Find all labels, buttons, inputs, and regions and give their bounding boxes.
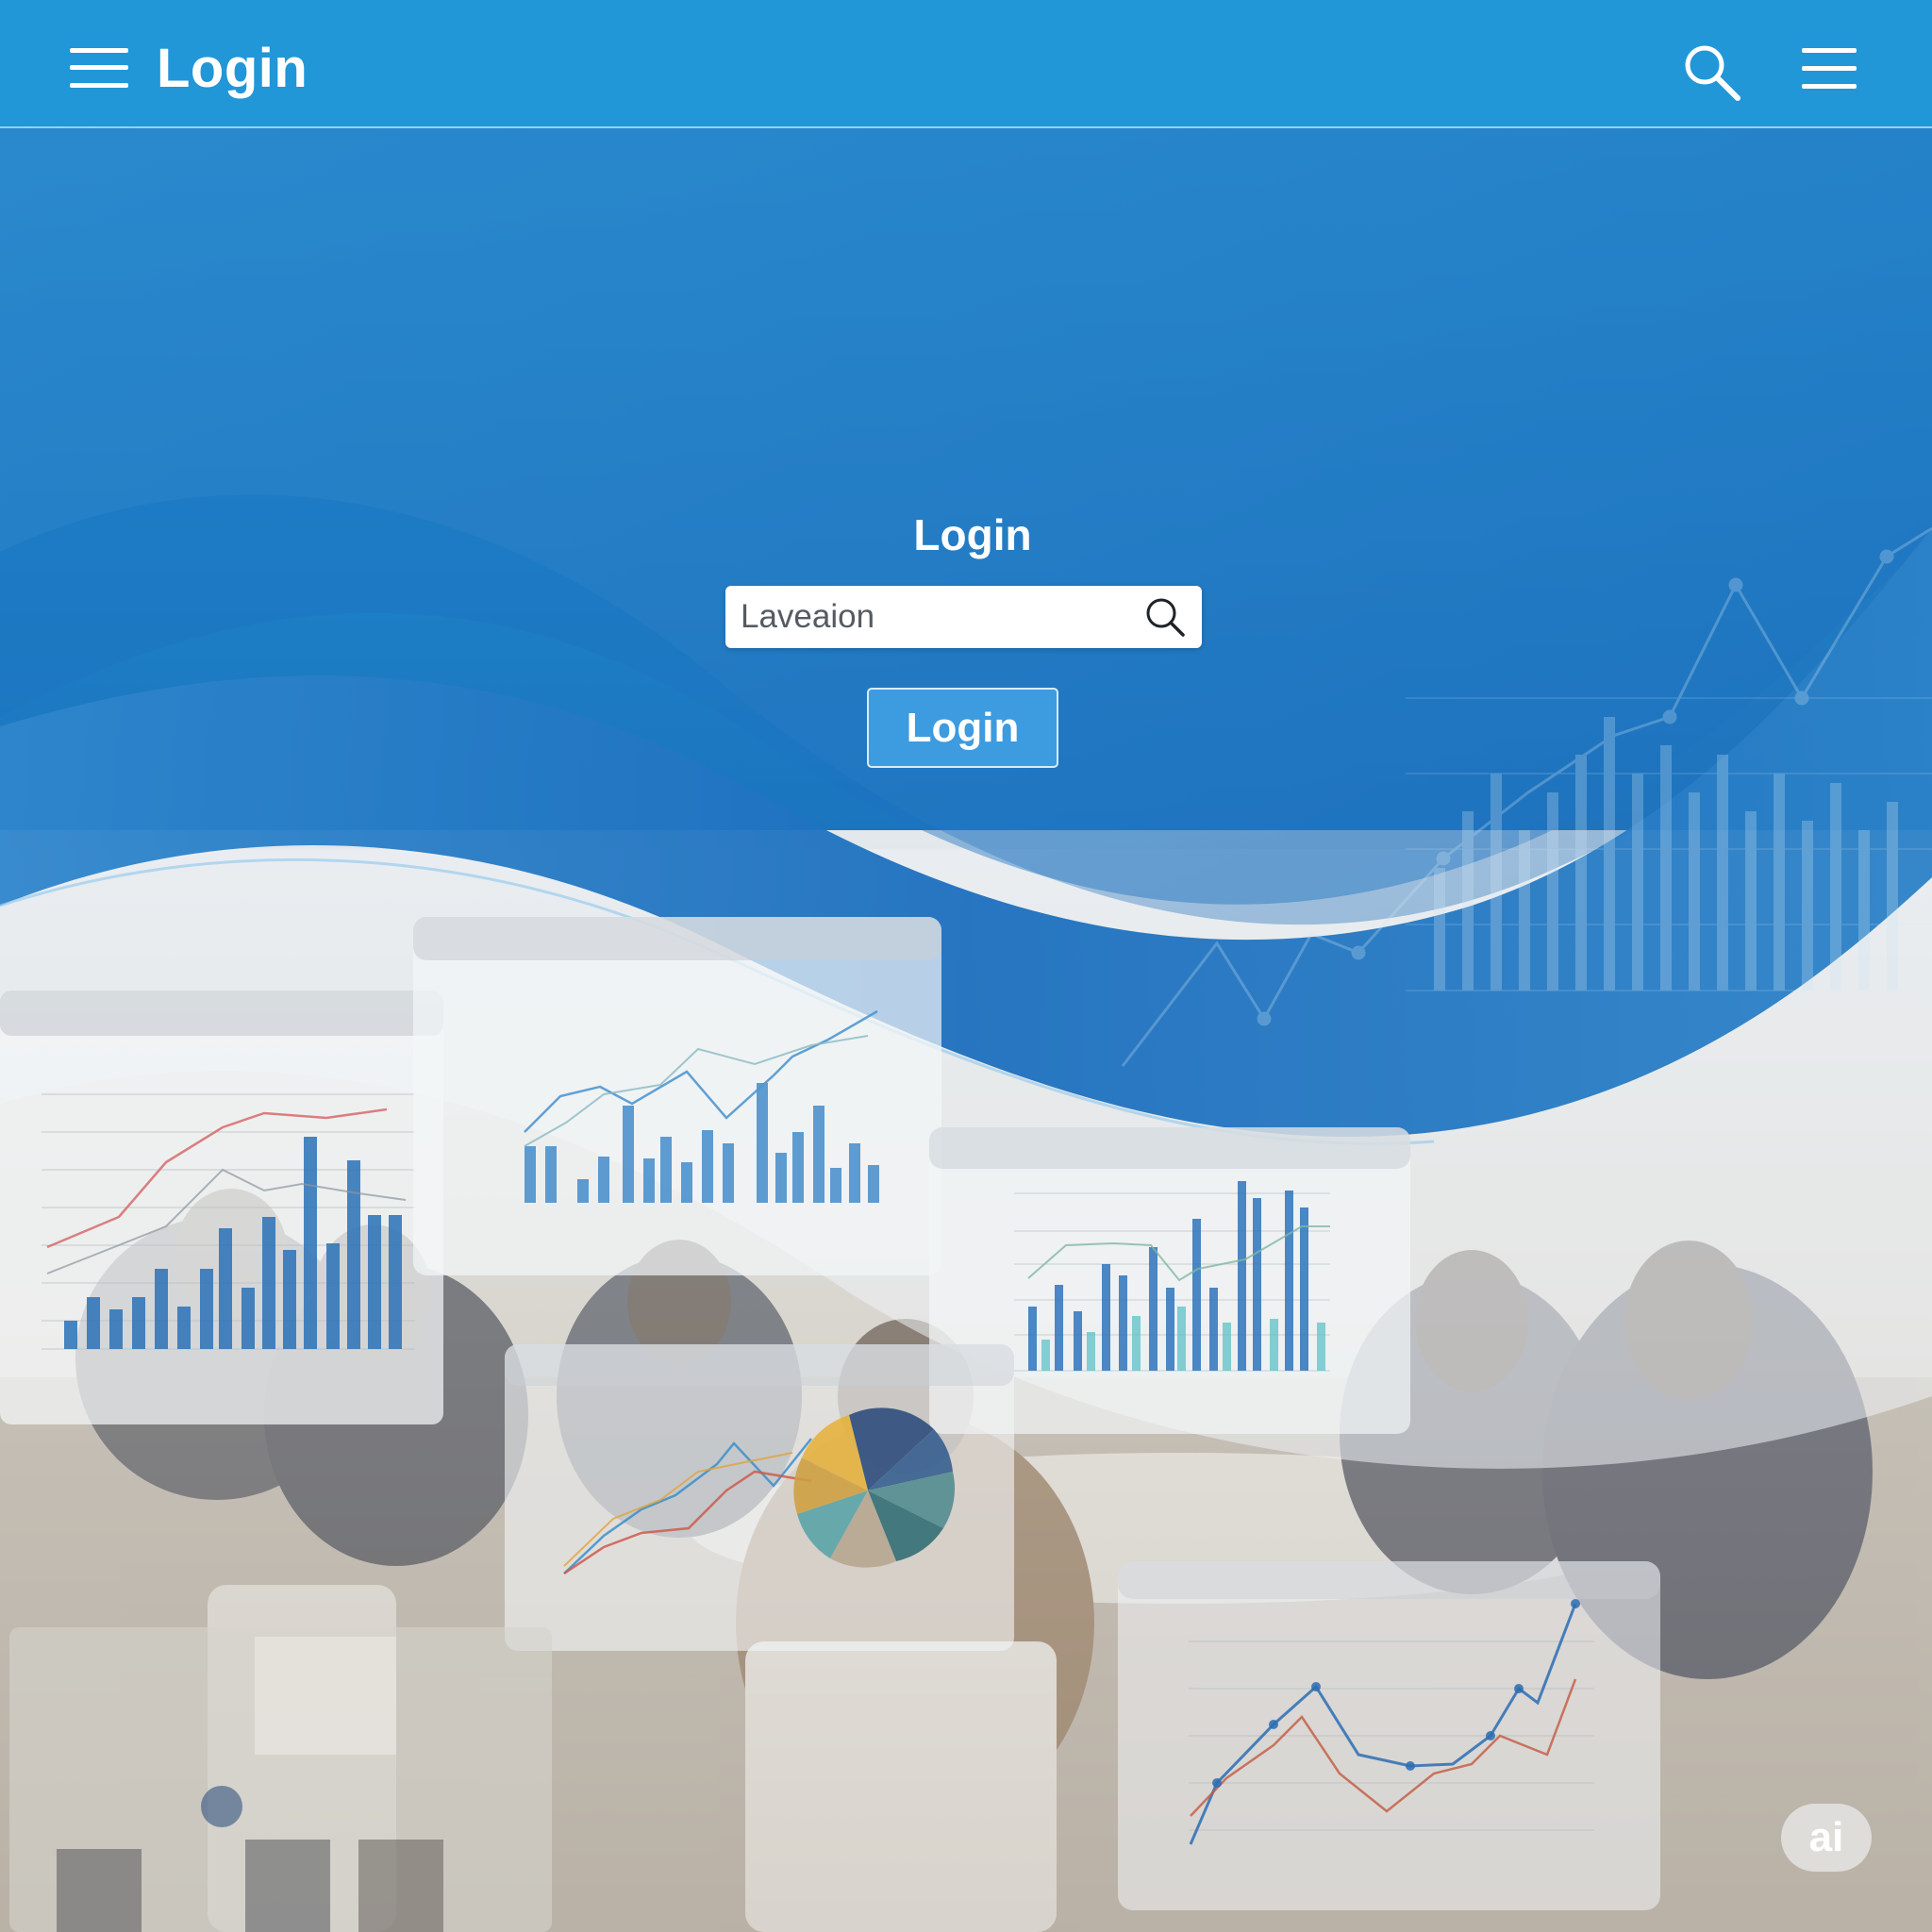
login-input[interactable]	[725, 586, 1122, 648]
search-icon[interactable]	[1144, 596, 1186, 638]
page-title: Login	[157, 38, 308, 99]
search-icon[interactable]	[1683, 43, 1741, 102]
hamburger-menu-icon[interactable]	[1802, 48, 1857, 90]
background-illustration	[0, 0, 1932, 1932]
login-heading: Login	[913, 510, 1032, 559]
app-header: Login	[0, 0, 1932, 128]
login-page: Login Login Login ai	[0, 0, 1932, 1932]
login-button[interactable]: Login	[867, 688, 1058, 768]
login-input-container	[725, 586, 1202, 648]
hamburger-menu-icon[interactable]	[70, 48, 128, 88]
ai-watermark-badge: ai	[1781, 1804, 1872, 1872]
